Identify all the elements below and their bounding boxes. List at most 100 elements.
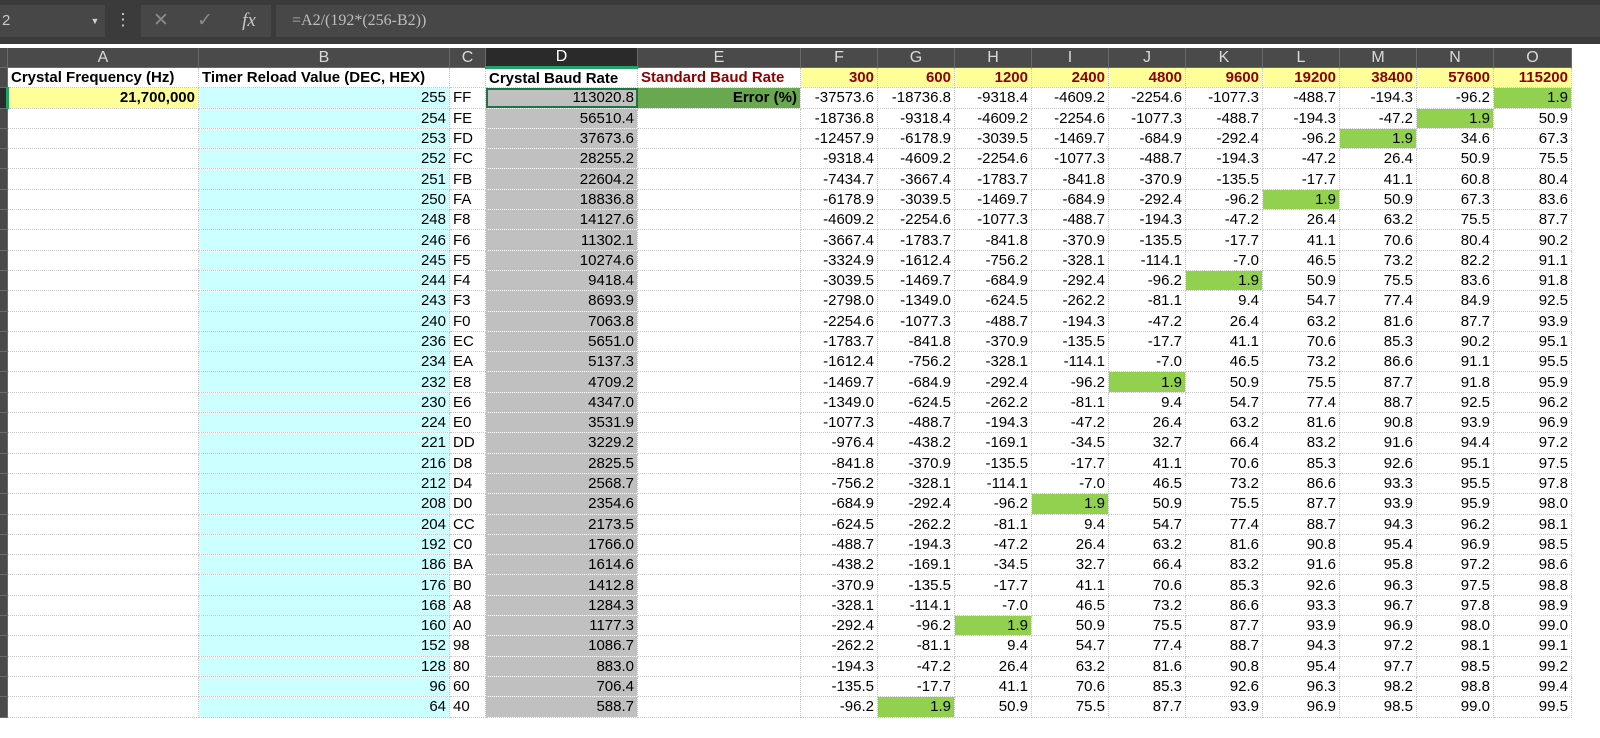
error-cell[interactable]: -47.2 [1031,412,1109,434]
column-header-c[interactable]: C [449,48,486,68]
error-cell[interactable]: 87.7 [1493,209,1572,231]
error-cell[interactable]: -1349.0 [800,392,878,414]
reload-hex-cell[interactable]: E6 [449,392,486,414]
error-cell[interactable]: 96.2 [1493,392,1572,414]
error-cell[interactable]: 91.1 [1416,351,1494,373]
error-cell[interactable]: -1077.3 [1108,108,1186,129]
error-cell[interactable]: 98.0 [1493,493,1572,515]
error-cell[interactable]: -2254.6 [1031,108,1109,129]
error-cell[interactable]: 41.1 [1262,229,1340,251]
cell-a[interactable] [7,209,199,231]
reload-dec-cell[interactable]: 240 [198,311,450,332]
row-header[interactable] [0,534,8,556]
error-cell[interactable]: -1469.7 [800,371,878,393]
error-cell[interactable]: -17.7 [1108,331,1186,353]
error-cell[interactable]: -292.4 [1031,270,1109,292]
more-options-icon[interactable]: ⋮ [113,5,133,37]
row-header[interactable] [0,229,8,251]
error-cell[interactable]: -47.2 [877,656,955,677]
crystal-baud-cell[interactable]: 3229.2 [485,432,638,454]
crystal-baud-cell[interactable]: 1412.8 [485,574,638,596]
cell-a[interactable] [7,270,199,292]
reload-dec-cell[interactable]: 252 [198,148,450,170]
cell-e[interactable] [637,432,801,454]
error-cell[interactable]: 77.4 [1108,635,1186,657]
cell-e[interactable] [637,615,801,637]
error-cell[interactable]: 95.9 [1493,371,1572,393]
cancel-icon[interactable]: ✕ [141,5,181,37]
column-header-n[interactable]: N [1416,48,1494,68]
error-cell[interactable]: 99.4 [1493,676,1572,698]
error-cell[interactable]: -17.7 [954,574,1032,596]
row-header[interactable] [0,87,9,109]
error-cell[interactable]: 86.6 [1185,595,1263,617]
error-cell[interactable]: 80.4 [1416,229,1494,251]
error-cell[interactable]: 99.0 [1416,696,1494,718]
error-cell[interactable]: 54.7 [1108,514,1186,535]
error-cell[interactable]: -684.9 [954,270,1032,292]
error-cell[interactable]: 95.1 [1493,331,1572,353]
row-header[interactable] [0,595,8,617]
error-cell[interactable]: 73.2 [1185,473,1263,495]
error-cell[interactable]: 91.6 [1339,432,1417,454]
cell-e[interactable] [637,453,801,474]
error-cell[interactable]: 97.7 [1339,656,1417,677]
crystal-baud-cell[interactable]: 9418.4 [485,270,638,292]
insert-function-button[interactable]: fx [229,5,269,37]
error-cell[interactable]: -114.1 [1108,250,1186,271]
row-header[interactable] [0,392,8,414]
row-header[interactable] [0,574,8,596]
error-cell[interactable]: 77.4 [1185,514,1263,535]
error-cell[interactable]: 98.5 [1493,534,1572,556]
error-cell[interactable]: -135.5 [1031,331,1109,353]
row-header[interactable] [0,148,8,170]
cell-a[interactable] [7,189,199,211]
reload-hex-cell[interactable]: D4 [449,473,486,495]
error-cell[interactable]: 98.1 [1493,514,1572,535]
error-cell[interactable]: -194.3 [800,656,878,677]
error-cell[interactable]: -37573.6 [800,87,878,109]
reload-dec-cell[interactable]: 186 [198,554,450,576]
column-header-b[interactable]: B [198,48,450,68]
cell-a[interactable] [7,250,199,271]
row-header[interactable] [0,290,8,312]
error-cell[interactable]: 96.9 [1416,534,1494,556]
cell-a[interactable] [7,148,199,170]
error-cell[interactable]: 88.7 [1339,392,1417,414]
error-cell[interactable]: 98.5 [1339,696,1417,718]
error-cell[interactable]: -169.1 [954,432,1032,454]
cell-a[interactable] [7,229,199,251]
baud-rate-header[interactable]: 19200 [1262,67,1340,89]
error-cell[interactable]: 83.6 [1416,270,1494,292]
error-cell[interactable]: -34.5 [954,554,1032,576]
crystal-baud-cell[interactable]: 2354.6 [485,493,638,515]
error-cell[interactable]: -1077.3 [1185,87,1263,109]
cell-e[interactable] [637,250,801,271]
error-cell[interactable]: 26.4 [1185,311,1263,332]
error-cell[interactable]: -3667.4 [877,168,955,190]
error-cell[interactable]: -262.2 [800,635,878,657]
cell-e[interactable] [637,656,801,677]
error-cell[interactable]: -756.2 [877,351,955,373]
baud-rate-header[interactable]: 57600 [1416,67,1494,89]
error-cell[interactable]: -328.1 [877,473,955,495]
cell-a[interactable] [7,656,199,677]
error-cell[interactable]: -96.2 [954,493,1032,515]
error-cell[interactable]: 26.4 [954,656,1032,677]
error-cell[interactable]: 96.2 [1416,514,1494,535]
error-cell[interactable]: -2254.6 [877,209,955,231]
error-cell[interactable]: -47.2 [1262,148,1340,170]
reload-dec-cell[interactable]: 212 [198,473,450,495]
cell-e[interactable] [637,635,801,657]
column-header-e[interactable]: E [637,48,801,68]
error-cell[interactable]: -4609.2 [800,209,878,231]
cell-a[interactable] [7,473,199,495]
crystal-baud-cell[interactable]: 2568.7 [485,473,638,495]
reload-dec-cell[interactable]: 152 [198,635,450,657]
error-cell[interactable]: -488.7 [800,534,878,556]
error-cell[interactable]: -169.1 [877,554,955,576]
error-cell[interactable]: 96.3 [1262,676,1340,698]
error-cell[interactable]: -624.5 [800,514,878,535]
crystal-baud-cell[interactable]: 1086.7 [485,635,638,657]
error-cell[interactable]: 75.5 [1185,493,1263,515]
